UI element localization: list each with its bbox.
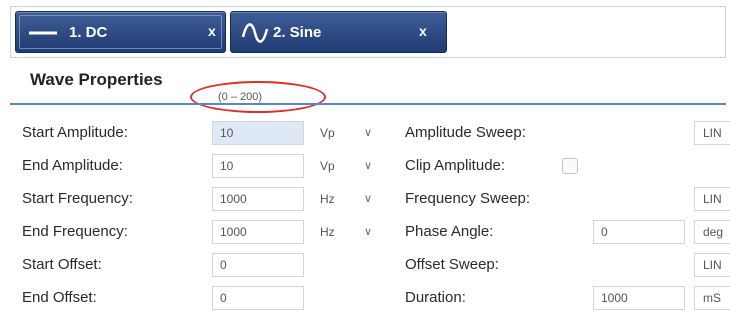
frequency-sweep-select[interactable]: LIN	[694, 187, 730, 211]
row-start-offset: Start Offset: 0 Offset Sweep: LIN	[0, 251, 730, 279]
end-amplitude-label: End Amplitude:	[22, 157, 123, 174]
row-end-frequency: End Frequency: 1000 Hz ∨ Phase Angle: 0 …	[0, 218, 730, 246]
unit-label: Hz	[320, 225, 335, 239]
chevron-down-icon: ∨	[364, 160, 373, 172]
phase-angle-label: Phase Angle:	[405, 223, 494, 240]
chevron-down-icon: ∨	[364, 226, 373, 238]
range-hint: (0 – 200)	[218, 91, 263, 103]
chevron-down-icon: ∨	[364, 193, 373, 205]
end-frequency-input[interactable]: 1000	[212, 220, 304, 244]
sine-wave-icon	[241, 23, 269, 47]
clip-amplitude-label: Clip Amplitude:	[405, 157, 506, 174]
start-frequency-input[interactable]: 1000	[212, 187, 304, 211]
frequency-sweep-label: Frequency Sweep:	[405, 190, 531, 207]
end-amplitude-unit-select[interactable]: Vp ∨	[310, 154, 384, 178]
offset-sweep-select[interactable]: LIN	[694, 253, 730, 277]
tab-sine-label: 2. Sine	[273, 24, 322, 41]
wave-tab-bar: 1. DC x 2. Sine x	[10, 6, 726, 58]
dc-line-icon	[28, 23, 58, 47]
duration-unit[interactable]: mS	[694, 286, 730, 310]
section-divider	[10, 103, 726, 105]
unit-label: Vp	[320, 159, 335, 173]
chevron-down-icon: ∨	[364, 127, 373, 139]
start-frequency-unit-select[interactable]: Hz ∨	[310, 187, 384, 211]
section-title: Wave Properties	[30, 70, 163, 89]
unit-label: Vp	[320, 126, 335, 140]
end-frequency-unit-select[interactable]: Hz ∨	[310, 220, 384, 244]
tab-sine[interactable]: 2. Sine x	[230, 11, 447, 53]
tab-dc[interactable]: 1. DC x	[15, 11, 226, 53]
clip-amplitude-checkbox[interactable]	[562, 158, 578, 174]
row-start-amplitude: Start Amplitude: 10 Vp ∨ Amplitude Sweep…	[0, 119, 730, 147]
start-amplitude-unit-select[interactable]: Vp ∨	[310, 121, 384, 145]
tab-sine-close-button[interactable]: x	[419, 23, 427, 39]
amplitude-sweep-select[interactable]: LIN	[694, 121, 730, 145]
phase-angle-input[interactable]: 0	[593, 220, 685, 244]
tab-dc-label: 1. DC	[69, 24, 108, 41]
start-frequency-label: Start Frequency:	[22, 190, 133, 207]
amplitude-sweep-label: Amplitude Sweep:	[405, 124, 526, 141]
end-offset-input[interactable]: 0	[212, 286, 304, 310]
unit-label: Hz	[320, 192, 335, 206]
end-frequency-label: End Frequency:	[22, 223, 128, 240]
end-offset-label: End Offset:	[22, 289, 97, 306]
tab-dc-close-button[interactable]: x	[208, 23, 216, 39]
start-amplitude-label: Start Amplitude:	[22, 124, 128, 141]
offset-sweep-label: Offset Sweep:	[405, 256, 499, 273]
row-end-amplitude: End Amplitude: 10 Vp ∨ Clip Amplitude:	[0, 152, 730, 180]
phase-angle-unit[interactable]: deg	[694, 220, 730, 244]
row-end-offset: End Offset: 0 Duration: 1000 mS	[0, 284, 730, 312]
start-amplitude-input[interactable]: 10	[212, 121, 304, 145]
start-offset-input[interactable]: 0	[212, 253, 304, 277]
end-amplitude-input[interactable]: 10	[212, 154, 304, 178]
row-start-frequency: Start Frequency: 1000 Hz ∨ Frequency Swe…	[0, 185, 730, 213]
duration-label: Duration:	[405, 289, 466, 306]
start-offset-label: Start Offset:	[22, 256, 102, 273]
duration-input[interactable]: 1000	[593, 286, 685, 310]
